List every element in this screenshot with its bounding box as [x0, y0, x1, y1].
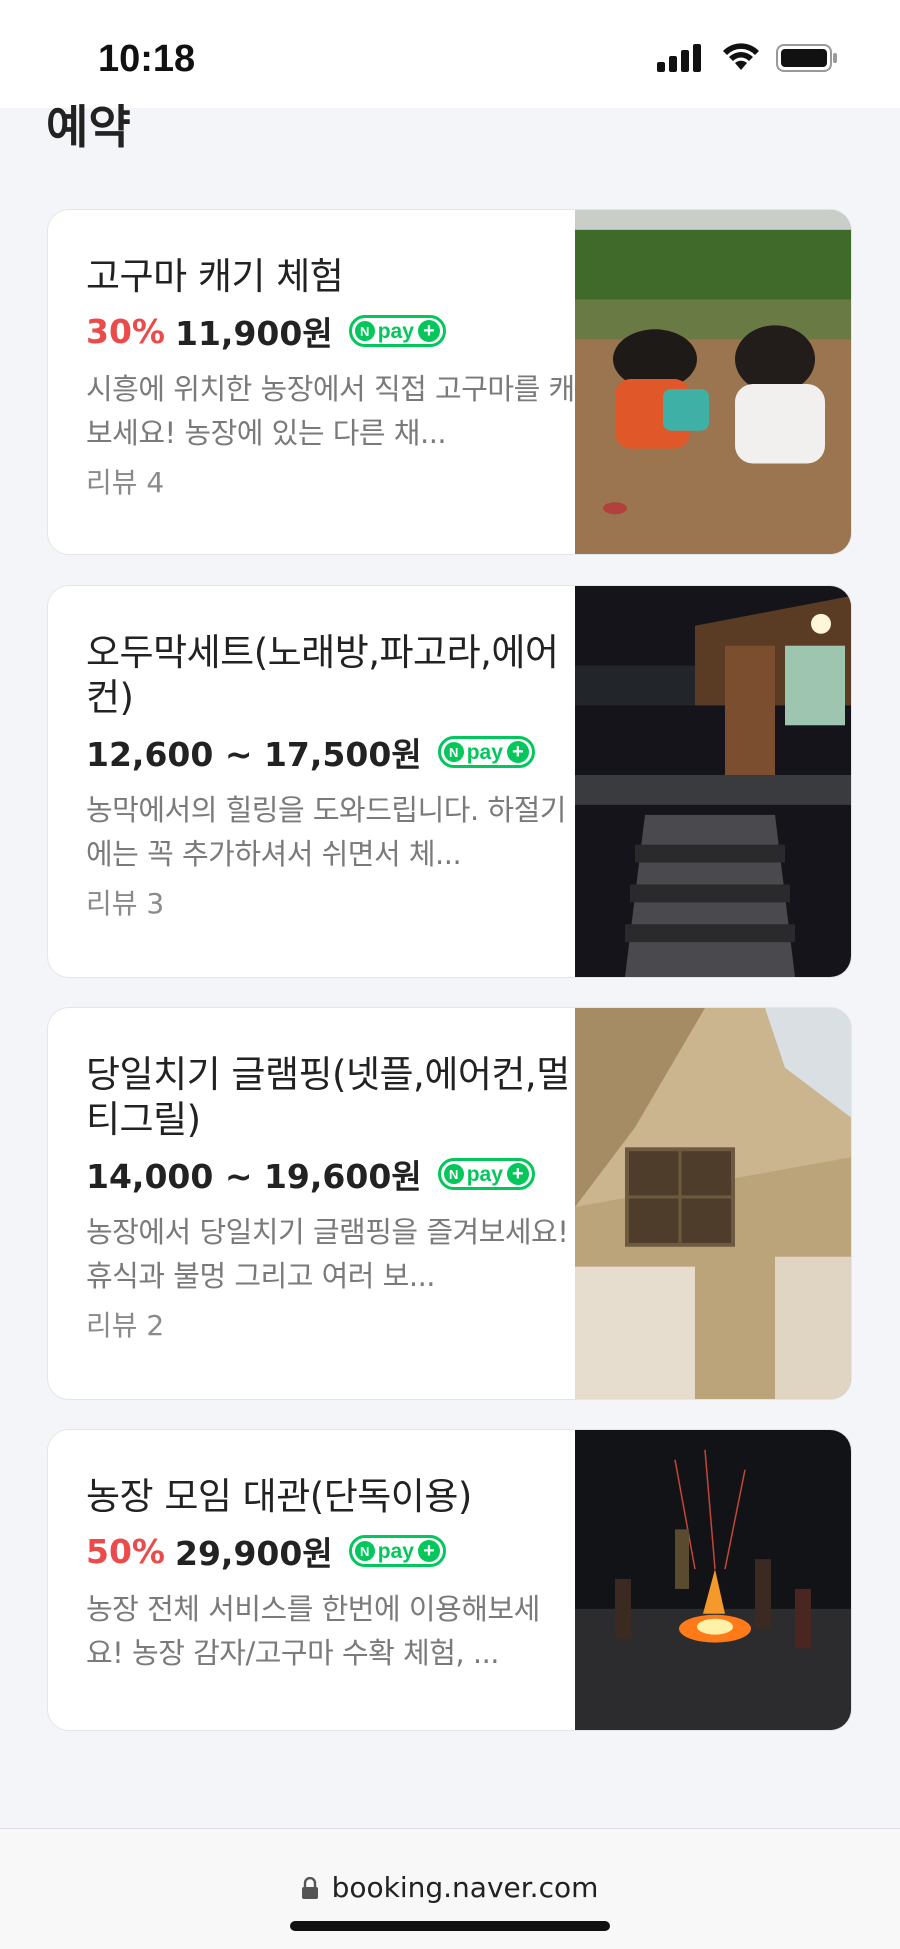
product-title: 농장 모임 대관(단독이용)	[86, 1475, 472, 1518]
plus-icon: +	[506, 1163, 529, 1185]
status-bar: 10:18	[0, 0, 900, 108]
home-indicator[interactable]	[290, 1921, 610, 1931]
product-card[interactable]: 고구마 캐기 체험 30% 11,900원 N pay + 시흥에 위치한 농장…	[47, 209, 852, 555]
lock-icon	[301, 1876, 318, 1899]
product-info: 오두막세트(노래방,파고라,에어컨) 12,600 ~ 17,500원 N pa…	[86, 630, 576, 926]
product-image-campfire	[575, 1430, 851, 1730]
product-card[interactable]: 농장 모임 대관(단독이용) 50% 29,900원 N pay + 농장 전체…	[47, 1429, 852, 1731]
product-card[interactable]: 오두막세트(노래방,파고라,에어컨) 12,600 ~ 17,500원 N pa…	[47, 585, 852, 978]
address-bar[interactable]: booking.naver.com	[0, 1871, 900, 1904]
price-row: 50% 29,900원 N pay +	[86, 1527, 576, 1575]
cellular-signal-icon	[657, 44, 701, 72]
product-price: 12,600 ~ 17,500원	[86, 735, 422, 774]
npay-badge: N pay +	[437, 1158, 535, 1190]
product-description: 농막에서의 힐링을 도와드립니다. 하절기에는 꼭 추가하셔서 쉬면서 체...	[86, 793, 566, 871]
naver-n-icon: N	[354, 1541, 375, 1561]
product-info: 농장 모임 대관(단독이용) 50% 29,900원 N pay + 농장 전체…	[86, 1474, 576, 1675]
price-row: 14,000 ~ 19,600원 N pay +	[86, 1150, 576, 1198]
product-title: 고구마 캐기 체험	[86, 255, 344, 298]
status-time: 10:18	[98, 38, 196, 80]
naver-n-icon: N	[443, 742, 464, 762]
product-title: 당일치기 글램핑(넷플,에어컨,멀티그릴)	[86, 1053, 570, 1141]
product-info: 당일치기 글램핑(넷플,에어컨,멀티그릴) 14,000 ~ 19,600원 N…	[86, 1052, 576, 1348]
npay-badge: N pay +	[348, 1535, 446, 1567]
url-text[interactable]: booking.naver.com	[332, 1871, 599, 1904]
naver-n-icon: N	[443, 1164, 464, 1184]
discount-rate: 30%	[86, 311, 165, 351]
npay-badge: N pay +	[348, 315, 446, 347]
product-price: 29,900원	[175, 1534, 333, 1573]
product-title: 오두막세트(노래방,파고라,에어컨)	[86, 631, 559, 719]
product-description: 농장에서 당일치기 글램핑을 즐겨보세요! 휴식과 불멍 그리고 여러 보...	[86, 1215, 569, 1293]
product-image-sweet-potato-digging	[575, 210, 851, 554]
price-row: 12,600 ~ 17,500원 N pay +	[86, 728, 576, 776]
section-title: 예약	[46, 100, 131, 154]
product-description: 시흥에 위치한 농장에서 직접 고구마를 캐보세요! 농장에 있는 다른 채..…	[86, 372, 575, 450]
review-count: 리뷰 4	[86, 466, 165, 499]
product-description: 농장 전체 서비스를 한번에 이용해보세요! 농장 감자/고구마 수확 체험, …	[86, 1592, 540, 1670]
product-price: 11,900원	[175, 314, 333, 353]
npay-badge: N pay +	[437, 736, 535, 768]
naver-n-icon: N	[354, 321, 375, 341]
product-image-cabin	[575, 586, 851, 977]
review-count: 리뷰 3	[86, 887, 165, 920]
product-info: 고구마 캐기 체험 30% 11,900원 N pay + 시흥에 위치한 농장…	[86, 254, 576, 505]
plus-icon: +	[417, 1540, 440, 1562]
plus-icon: +	[417, 320, 440, 342]
discount-rate: 50%	[86, 1531, 165, 1571]
product-card[interactable]: 당일치기 글램핑(넷플,에어컨,멀티그릴) 14,000 ~ 19,600원 N…	[47, 1007, 852, 1400]
product-image-glamping-tent	[575, 1008, 851, 1399]
browser-bottom-bar: booking.naver.com	[0, 1828, 900, 1949]
price-row: 30% 11,900원 N pay +	[86, 307, 576, 355]
review-count: 리뷰 2	[86, 1309, 165, 1342]
battery-icon	[776, 44, 837, 72]
plus-icon: +	[506, 741, 529, 763]
wifi-icon	[723, 43, 759, 70]
product-price: 14,000 ~ 19,600원	[86, 1157, 422, 1196]
